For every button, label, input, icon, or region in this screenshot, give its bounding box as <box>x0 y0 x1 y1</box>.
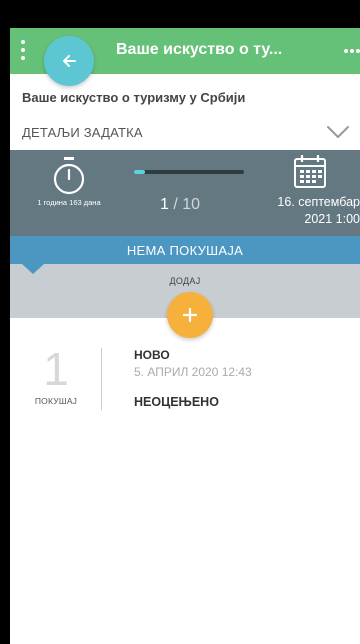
due-date: 16. септембар 2021 1:00 <box>254 194 360 228</box>
banner-notch <box>22 264 44 274</box>
due-date-day: 16. септембар <box>277 195 360 209</box>
screen-edge <box>0 0 10 644</box>
task-details-toggle[interactable]: ДЕТАЉИ ЗАДАТКА <box>10 116 360 150</box>
progress-current: 1 <box>160 196 169 213</box>
attempt-divider <box>101 348 102 410</box>
attempt-state: НОВО <box>134 348 170 362</box>
progress-total: 10 <box>182 196 201 213</box>
page-heading: Ваше искуство о туризму у Србији <box>22 90 246 105</box>
attempt-list-item[interactable]: 1 ПОКУШАЈ НОВО 5. АПРИЛ 2020 12:43 НЕОЦЕ… <box>10 346 360 416</box>
chevron-down-icon <box>327 126 349 138</box>
task-details-label: ДЕТАЉИ ЗАДАТКА <box>22 125 143 140</box>
app-title: Ваше искуство о ту... <box>116 41 283 58</box>
kebab-menu-icon[interactable] <box>20 40 26 60</box>
progress-separator: / <box>173 196 178 213</box>
plus-icon <box>182 307 198 323</box>
more-horizontal-icon[interactable] <box>344 48 360 54</box>
progress-count: 1 / 10 <box>160 196 200 214</box>
stopwatch-icon <box>53 157 85 195</box>
due-date-time: 2021 1:00 <box>304 212 360 226</box>
elapsed-duration: 1 година 163 дана <box>37 198 101 207</box>
task-stats-panel: 1 година 163 дана 1 / 10 16. септембар 2… <box>10 150 360 236</box>
status-bar <box>0 0 360 28</box>
attempt-grade: НЕОЦЕЊЕНО <box>134 395 219 409</box>
app-screen: Ваше искуство о ту... Ваше искуство о ту… <box>10 28 360 644</box>
add-attempt-button[interactable] <box>167 292 213 338</box>
add-label: ДОДАЈ <box>169 276 201 286</box>
back-button[interactable] <box>44 36 94 86</box>
attempts-status-banner: НЕМА ПОКУШАЈА <box>10 236 360 264</box>
calendar-icon <box>294 155 326 188</box>
attempt-caption: ПОКУШАЈ <box>34 396 78 406</box>
attempt-date: 5. АПРИЛ 2020 12:43 <box>134 365 252 379</box>
progress-bar-fill <box>134 170 145 174</box>
progress-bar <box>134 170 244 174</box>
arrow-left-icon <box>63 55 76 67</box>
attempt-number: 1 <box>43 343 69 395</box>
